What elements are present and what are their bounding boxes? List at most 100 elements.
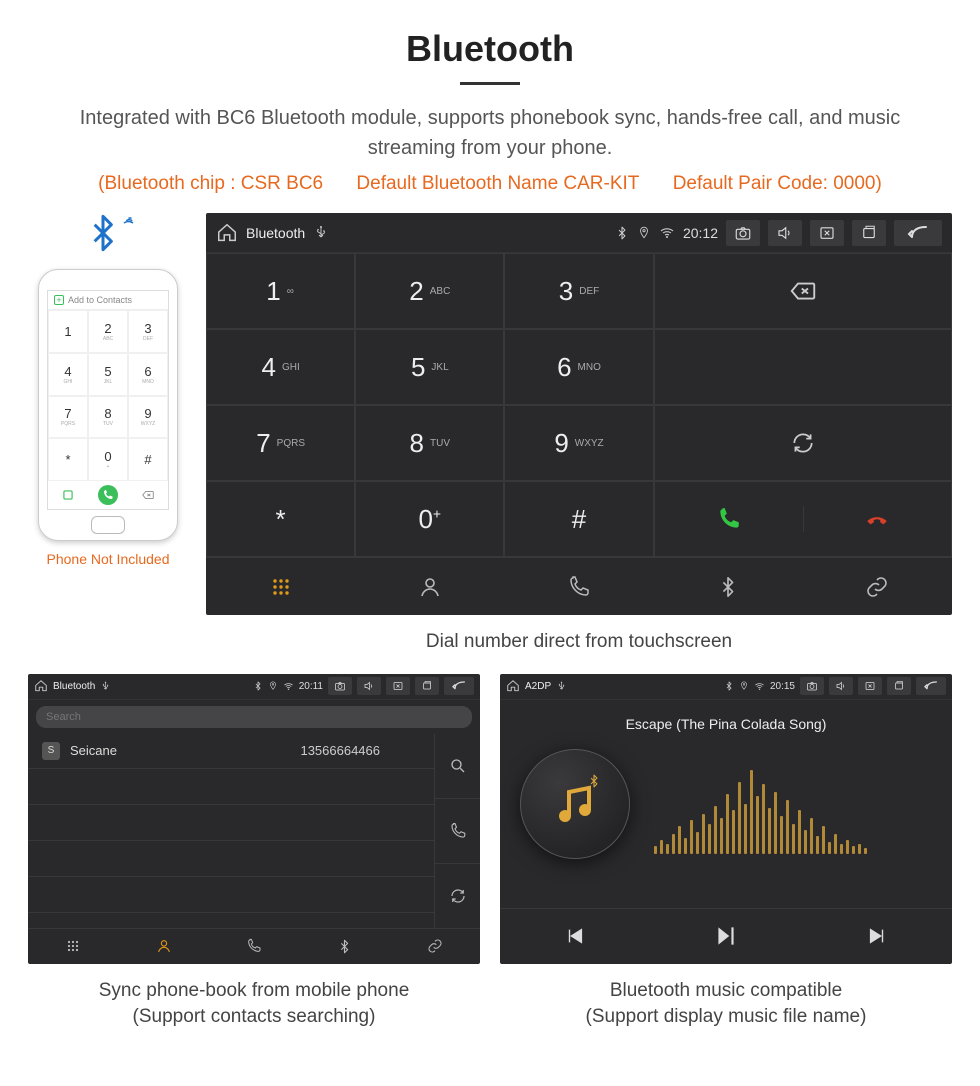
back-button[interactable] [894, 220, 942, 246]
dialer-bottombar [206, 557, 952, 615]
contact-side-actions [434, 734, 480, 928]
viz-bar [702, 814, 705, 854]
recent-apps-button[interactable] [852, 220, 886, 246]
close-app-button[interactable] [810, 220, 844, 246]
screenshot-button[interactable] [800, 677, 824, 695]
back-button[interactable] [916, 677, 946, 695]
viz-bar [696, 832, 699, 854]
contact-empty-row [28, 877, 434, 913]
dialer-key[interactable]: 1∞ [206, 253, 355, 329]
nav-bluetooth[interactable] [654, 558, 803, 615]
backspace-button[interactable] [654, 253, 952, 329]
contacts-caption-line2: (Support contacts searching) [133, 1006, 376, 1027]
viz-bar [684, 838, 687, 854]
home-icon[interactable] [34, 679, 48, 693]
specs-line: (Bluetooth chip : CSR BC6 Default Blueto… [0, 173, 980, 195]
dialer-key[interactable]: * [206, 481, 355, 557]
music-body: Escape (The Pina Colada Song) [500, 700, 952, 908]
dialer-key[interactable]: 4GHI [206, 329, 355, 405]
screenshot-button[interactable] [328, 677, 352, 695]
location-icon [268, 681, 278, 691]
bluetooth-icon [615, 226, 629, 240]
next-track-button[interactable] [866, 925, 888, 947]
hangup-button[interactable] [803, 506, 951, 532]
back-button[interactable] [444, 677, 474, 695]
viz-bar [798, 810, 801, 854]
statusbar-time: 20:11 [299, 681, 323, 692]
wifi-icon [659, 225, 675, 241]
phone-key: * [48, 438, 88, 481]
dialer-key[interactable]: 0+ [355, 481, 504, 557]
dialer-key[interactable]: 7PQRS [206, 405, 355, 481]
dialer-key[interactable]: 5JKL [355, 329, 504, 405]
viz-bar [678, 826, 681, 854]
music-statusbar: A2DP 20:15 [500, 674, 952, 700]
dialer-key[interactable]: 8TUV [355, 405, 504, 481]
nav-pair[interactable] [803, 558, 952, 615]
viz-bar [690, 820, 693, 854]
plus-icon: + [54, 295, 64, 305]
search-input[interactable] [36, 706, 472, 728]
contacts-bottombar [28, 928, 480, 964]
dialer-keypad: 1∞2ABC3DEF 4GHI5JKL6MNO 7PQRS8TUV9WXYZ *0+# [206, 253, 654, 557]
volume-button[interactable] [829, 677, 853, 695]
side-search-button[interactable] [435, 734, 480, 799]
contacts-statusbar: Bluetooth 20:11 [28, 674, 480, 700]
call-button[interactable] [655, 506, 803, 532]
contact-name: Seicane [70, 743, 117, 758]
phone-mockup: + Add to Contacts 12ABC3DEF4GHI5JKL6MNO7… [38, 269, 178, 541]
home-icon[interactable] [506, 679, 520, 693]
location-icon [739, 681, 749, 691]
dialer-screen: Bluetooth 20:12 1∞2ABC3DEF 4GHI5JKL6MNO 7P… [206, 213, 952, 615]
viz-bar [654, 846, 657, 854]
viz-bar [864, 848, 867, 854]
dialer-key[interactable]: 6MNO [504, 329, 653, 405]
side-refresh-button[interactable] [435, 864, 480, 928]
viz-bar [672, 834, 675, 854]
dialer-statusbar: Bluetooth 20:12 [206, 213, 952, 253]
recent-apps-button[interactable] [415, 677, 439, 695]
side-call-button[interactable] [435, 799, 480, 864]
phone-caption: Phone Not Included [28, 551, 188, 567]
nav-contacts[interactable] [355, 558, 504, 615]
volume-button[interactable] [357, 677, 381, 695]
screenshot-button[interactable] [726, 220, 760, 246]
nav-bluetooth[interactable] [299, 929, 389, 964]
close-app-button[interactable] [386, 677, 410, 695]
recent-apps-button[interactable] [887, 677, 911, 695]
nav-pair[interactable] [390, 929, 480, 964]
home-icon[interactable] [216, 222, 238, 244]
viz-bar [786, 800, 789, 854]
statusbar-time: 20:12 [683, 225, 718, 241]
wifi-icon [283, 681, 294, 692]
dialer-column: Bluetooth 20:12 1∞2ABC3DEF 4GHI5JKL6MNO 7P… [206, 213, 952, 656]
phone-key: 3DEF [128, 310, 168, 353]
dialer-key[interactable]: # [504, 481, 653, 557]
play-pause-button[interactable] [713, 923, 739, 949]
phone-call-button [88, 481, 128, 509]
dialer-key[interactable]: 9WXYZ [504, 405, 653, 481]
statusbar-title: Bluetooth [246, 225, 305, 241]
phone-add-contacts-label: Add to Contacts [68, 295, 132, 305]
contact-row[interactable]: S Seicane 13566664466 [28, 734, 434, 769]
prev-track-button[interactable] [564, 925, 586, 947]
nav-contacts[interactable] [118, 929, 208, 964]
viz-bar [816, 836, 819, 854]
volume-button[interactable] [768, 220, 802, 246]
wifi-icon [754, 681, 765, 692]
refresh-button[interactable] [654, 405, 952, 481]
close-app-button[interactable] [858, 677, 882, 695]
contact-badge: S [42, 742, 60, 760]
dialer-key[interactable]: 3DEF [504, 253, 653, 329]
nav-recents[interactable] [209, 929, 299, 964]
viz-bar [708, 824, 711, 854]
dialer-key[interactable]: 2ABC [355, 253, 504, 329]
song-title: Escape (The Pina Colada Song) [500, 716, 952, 732]
nav-recents[interactable] [504, 558, 653, 615]
phone-key: # [128, 438, 168, 481]
nav-keypad[interactable] [28, 929, 118, 964]
nav-keypad[interactable] [206, 558, 355, 615]
music-panel: A2DP 20:15 Escape (The Pina Colada Song) [500, 674, 952, 1031]
statusbar-title: Bluetooth [53, 681, 95, 692]
viz-bar [738, 782, 741, 854]
